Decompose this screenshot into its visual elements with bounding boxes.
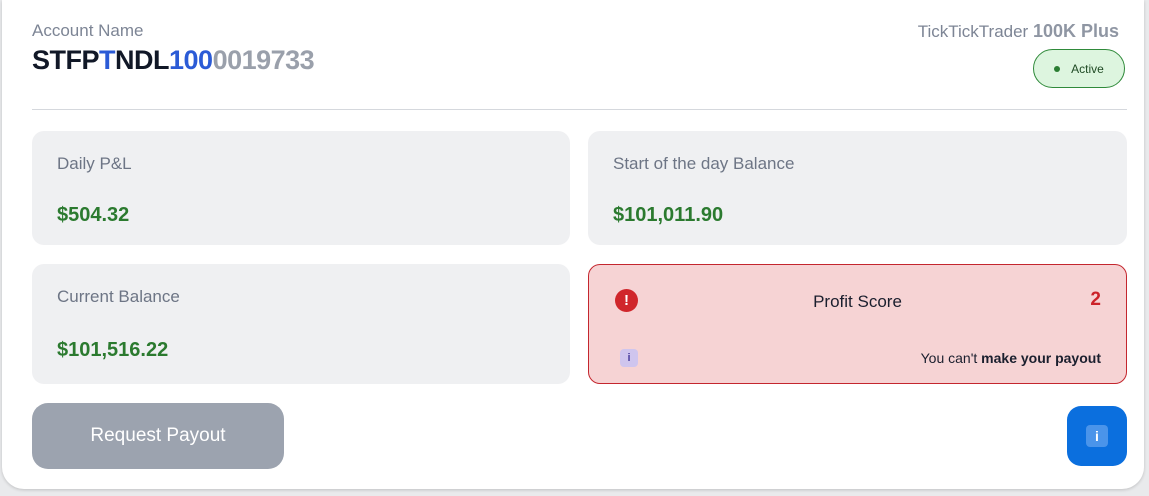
info-button[interactable]: i [1067, 406, 1127, 466]
payout-message-prefix: You can't [920, 350, 982, 366]
info-icon[interactable]: i [620, 349, 638, 367]
account-number-part: NDL [115, 45, 170, 75]
account-number-part: STFP [32, 45, 100, 75]
request-payout-label: Request Payout [90, 425, 226, 446]
current-balance-card: Current Balance $101,516.22 [32, 264, 570, 384]
header-divider [32, 109, 1127, 110]
account-number: STFPTNDL1000019733 [32, 45, 315, 76]
plan-provider: TickTickTrader [917, 22, 1029, 41]
current-balance-label: Current Balance [57, 287, 180, 306]
daily-pnl-card: Daily P&L $504.32 [32, 131, 570, 245]
account-number-part: T [99, 45, 116, 75]
daily-pnl-label: Daily P&L [57, 154, 132, 173]
profit-score-label: Profit Score [813, 292, 902, 311]
info-icon: i [1086, 425, 1108, 447]
plan-name: 100K Plus [1032, 21, 1119, 41]
current-balance-value: $101,516.22 [57, 339, 169, 361]
payout-message: You can't make your payout [921, 350, 1101, 366]
start-of-day-balance-card: Start of the day Balance $101,011.90 [588, 131, 1127, 245]
profit-score-value: 2 [1090, 289, 1101, 310]
account-card: Account Name STFPTNDL1000019733 TickTick… [2, 0, 1144, 489]
status-badge: Active [1033, 49, 1125, 88]
status-dot-icon [1054, 65, 1061, 72]
profit-score-card: ! Profit Score 2 i You can't make your p… [588, 264, 1127, 384]
account-number-part: 100 [169, 45, 213, 75]
status-label: Active [1071, 61, 1104, 76]
start-of-day-balance-value: $101,011.90 [613, 204, 724, 226]
account-number-part: 0019733 [212, 45, 315, 75]
start-of-day-balance-label: Start of the day Balance [613, 154, 795, 173]
account-name-label: Account Name [32, 21, 144, 40]
daily-pnl-value: $504.32 [57, 204, 130, 226]
request-payout-button[interactable]: Request Payout [32, 403, 284, 469]
payout-message-bold: make your payout [981, 350, 1101, 366]
plan-title: TickTickTrader 100K Plus [918, 21, 1119, 42]
